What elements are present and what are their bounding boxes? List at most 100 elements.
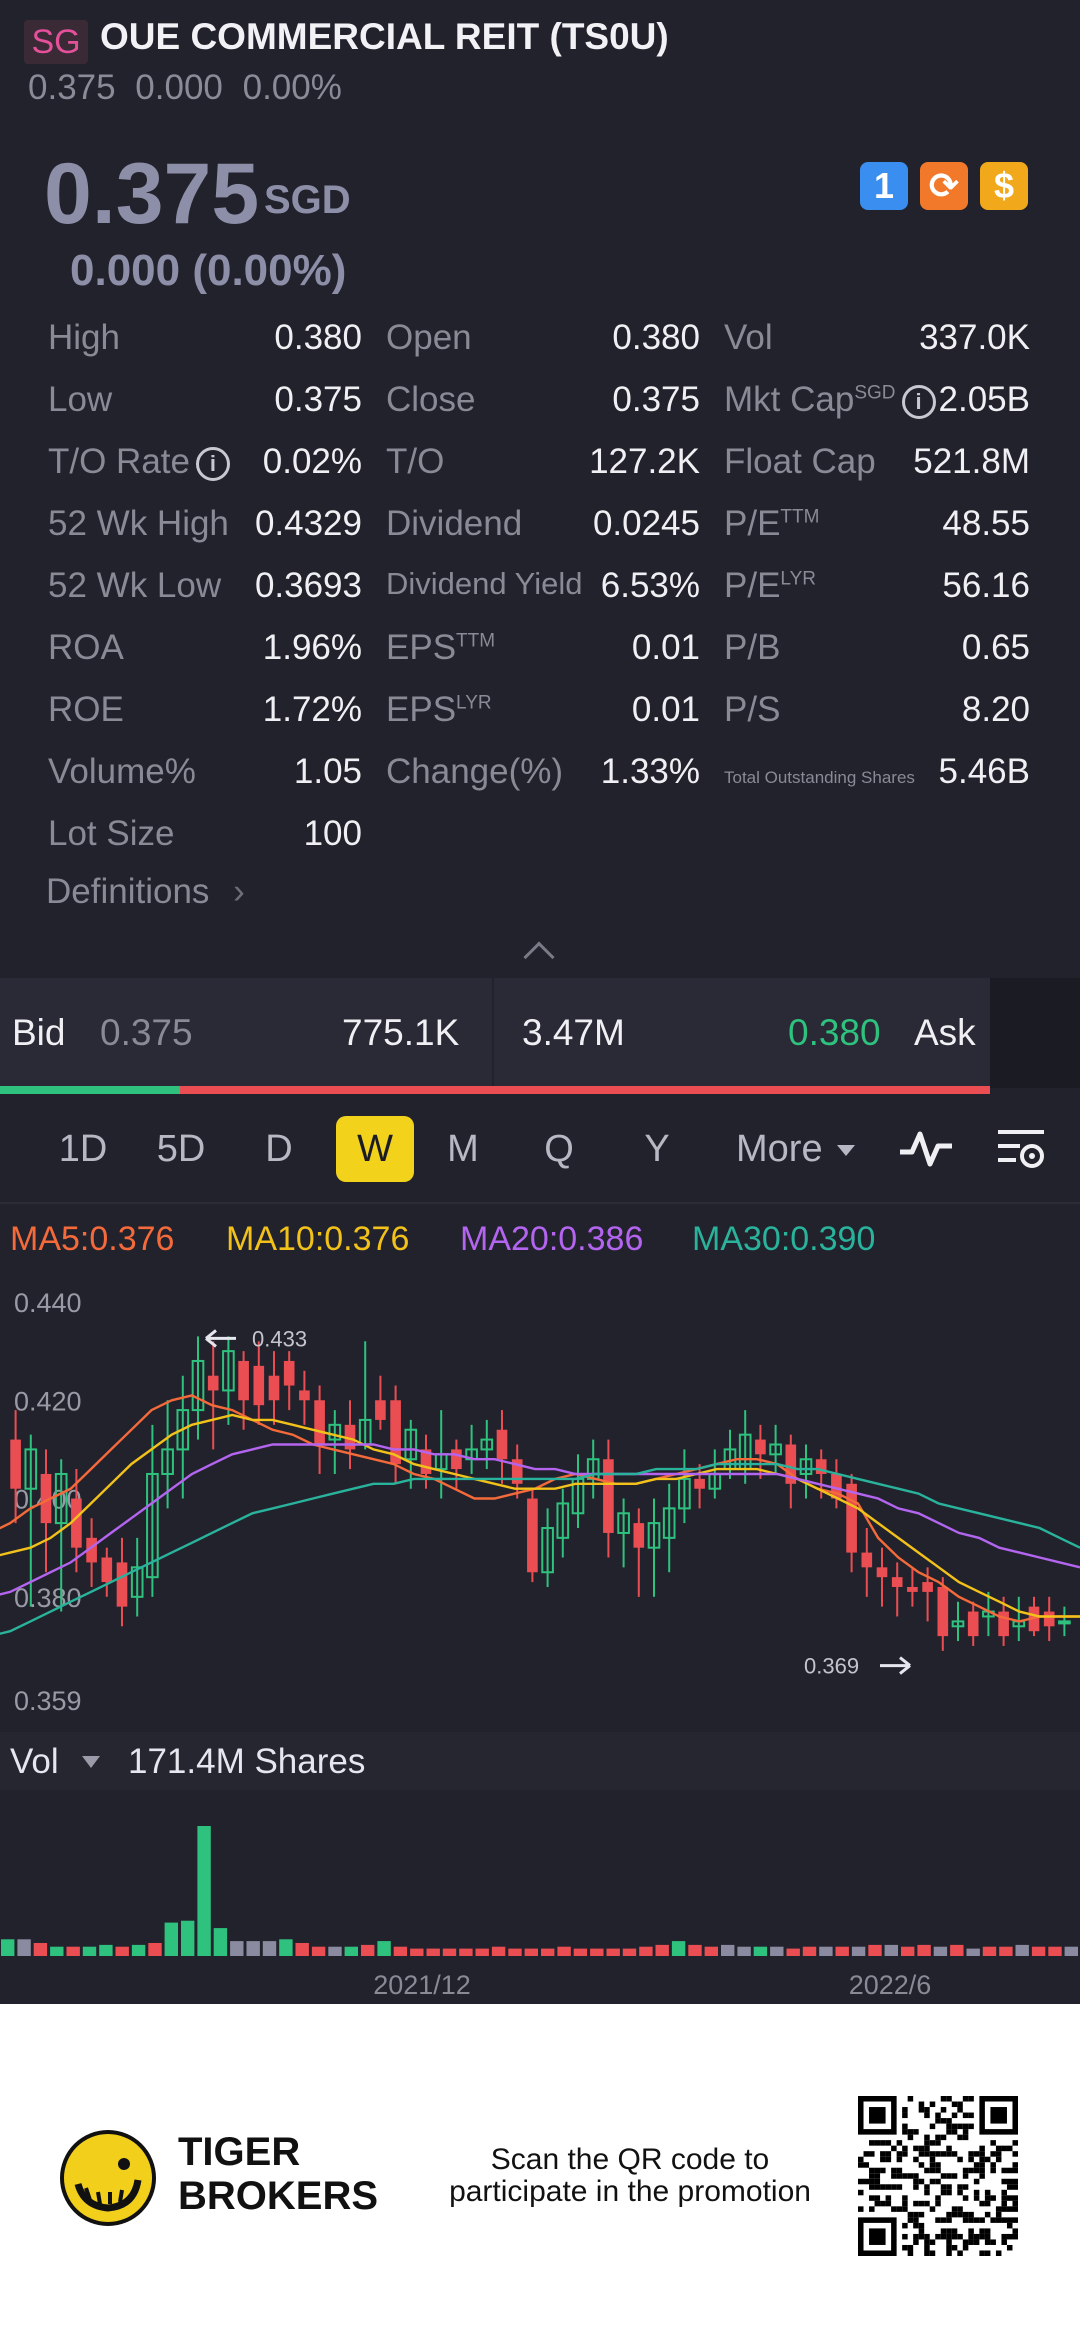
market-flag: SG — [24, 20, 88, 64]
stat-value: 0.380 — [274, 318, 362, 357]
brand-line2: BROKERS — [178, 2174, 379, 2218]
qr-module — [896, 2156, 903, 2163]
qr-module — [869, 2140, 875, 2146]
qr-module — [1012, 2178, 1018, 2185]
tab-m[interactable]: M — [424, 1116, 502, 1182]
sync-icon[interactable]: ⟳ — [920, 162, 968, 210]
info-icon[interactable]: i — [901, 384, 936, 419]
qr-module — [869, 2228, 886, 2245]
stat-label-text: T/O Rate — [48, 442, 190, 481]
volume-bar — [704, 1946, 718, 1956]
qr-module — [984, 2211, 991, 2218]
stat-label: 52 Wk High — [48, 504, 229, 544]
stat-value: 2.05B — [938, 380, 1030, 419]
qr-module — [1001, 2195, 1007, 2201]
qr-module — [951, 2123, 958, 2130]
tab-5d[interactable]: 5D — [142, 1116, 220, 1182]
qr-module — [902, 2195, 908, 2201]
stat-label-text: EPS — [386, 690, 457, 729]
arrow-left-icon — [205, 1329, 236, 1348]
volume-bar — [1064, 1946, 1078, 1956]
qr-module — [880, 2156, 886, 2163]
min-price-label: 0.369 — [804, 1654, 859, 1679]
qr-module — [1012, 2195, 1018, 2201]
more-dropdown[interactable]: More — [736, 1116, 856, 1182]
tab-d[interactable]: D — [240, 1116, 318, 1182]
qr-module — [979, 2151, 985, 2157]
volume-header[interactable]: Vol 171.4M Shares — [0, 1732, 1080, 1790]
stat-label-text: T/O — [386, 442, 445, 481]
qr-module — [973, 2167, 980, 2174]
caret-down-icon — [82, 1756, 100, 1768]
qr-module — [968, 2112, 974, 2119]
qr-module — [924, 2239, 930, 2245]
volume-bar — [246, 1941, 260, 1956]
volume-bar — [50, 1946, 64, 1956]
stat-label: Dividend — [386, 504, 522, 544]
volume-bar — [802, 1946, 817, 1956]
stat-value: 6.53% — [600, 566, 700, 605]
stat-value: 1.72% — [262, 690, 362, 729]
volume-bar — [950, 1944, 964, 1956]
qr-module — [979, 2162, 985, 2168]
qr-module — [929, 2101, 936, 2108]
candlestick-chart[interactable]: 0.4400.4200.4000.3800.3590.4330.369 — [0, 1280, 1080, 1720]
stat-label-text: High — [48, 318, 120, 357]
info-icon[interactable]: i — [195, 446, 230, 481]
volume-bar — [115, 1946, 129, 1956]
volume-bar — [164, 1922, 178, 1956]
dollar-icon[interactable]: $ — [980, 162, 1028, 210]
qr-module — [990, 2151, 996, 2157]
candle — [314, 1400, 325, 1445]
lightning-level1-icon[interactable]: 1 — [860, 162, 908, 210]
currency-label: SGD — [264, 178, 351, 222]
qr-module — [946, 2145, 952, 2152]
qr-module — [946, 2151, 952, 2157]
tab-q[interactable]: Q — [520, 1116, 598, 1182]
qr-module — [874, 2195, 881, 2201]
qr-module — [968, 2239, 974, 2245]
qr-module — [968, 2217, 974, 2223]
qr-module — [918, 2151, 925, 2157]
stat-label-text: Float Cap — [724, 442, 876, 481]
qr-module — [863, 2151, 870, 2157]
stats-row: 52 Wk High 0.4329 Dividend 0.0245 P/ETTM 48.5… — [0, 498, 1080, 554]
tab-y[interactable]: Y — [618, 1116, 696, 1182]
stat-label: Close — [386, 380, 475, 420]
stat-label-text: Open — [386, 318, 472, 357]
volume-bar — [671, 1941, 686, 1956]
qr-module — [902, 2112, 908, 2119]
candle — [633, 1523, 645, 1548]
qr-module — [858, 2189, 864, 2196]
tab-w[interactable]: W — [336, 1116, 414, 1182]
chart-settings-icon[interactable] — [994, 1126, 1048, 1172]
qr-module — [858, 2206, 864, 2212]
stat-value: 100 — [303, 814, 362, 853]
stat-label-text: Total Outstanding Shares — [724, 768, 915, 787]
volume-bar — [99, 1944, 113, 1956]
stat-label: P/S — [724, 690, 780, 730]
volume-chart[interactable]: 2021/12 2022/6 — [0, 1790, 1080, 2004]
qr-module — [951, 2112, 958, 2119]
qr-module — [929, 2162, 936, 2168]
indicator-icon[interactable] — [898, 1126, 954, 1172]
ma-label: MA20:0.386 — [460, 1220, 644, 1258]
qr-module — [984, 2250, 991, 2256]
qr-module — [946, 2250, 952, 2256]
qr-module — [951, 2129, 958, 2135]
qr-module — [940, 2096, 947, 2102]
candle — [496, 1429, 508, 1460]
stat-value: 337.0K — [919, 318, 1030, 357]
qr-code[interactable] — [858, 2096, 1018, 2256]
candle — [101, 1557, 113, 1583]
definitions-link[interactable]: Definitions › — [46, 872, 245, 912]
stat-value: 0.01 — [631, 690, 700, 729]
qr-module — [990, 2107, 1007, 2124]
tab-1d[interactable]: 1D — [44, 1116, 122, 1182]
volume-bar — [737, 1946, 751, 1956]
volume-bar — [851, 1946, 866, 1956]
chevron-right-icon: › — [233, 872, 245, 911]
qr-module — [940, 2151, 947, 2157]
qr-module — [957, 2189, 963, 2196]
volume-bar — [573, 1948, 588, 1956]
